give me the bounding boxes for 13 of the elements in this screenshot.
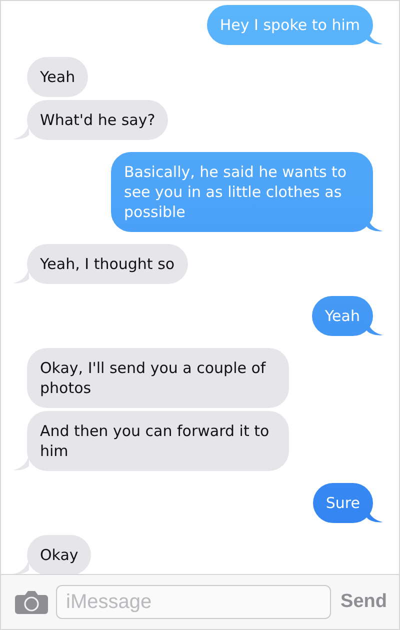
received-message-bubble: And then you can forward it to him: [27, 411, 289, 471]
received-message-bubble: Okay: [27, 535, 92, 575]
sent-message-bubble: Yeah: [312, 296, 373, 336]
sent-message-bubble: Sure: [312, 483, 373, 523]
message-field[interactable]: iMessage: [56, 585, 331, 619]
camera-icon[interactable]: [15, 590, 48, 614]
received-message-bubble: Okay, I'll send you a couple of photos: [27, 348, 289, 408]
sent-message-bubble: Hey I spoke to him: [206, 5, 373, 45]
sent-message-bubble: Basically, he said he wants to see you in as little clothes as possible: [111, 152, 373, 232]
received-message-bubble: Yeah: [27, 57, 88, 97]
received-message-bubble: Yeah, I thought so: [27, 244, 188, 284]
send-button[interactable]: Send: [338, 591, 387, 613]
received-message-bubble: What'd he say?: [27, 100, 168, 140]
